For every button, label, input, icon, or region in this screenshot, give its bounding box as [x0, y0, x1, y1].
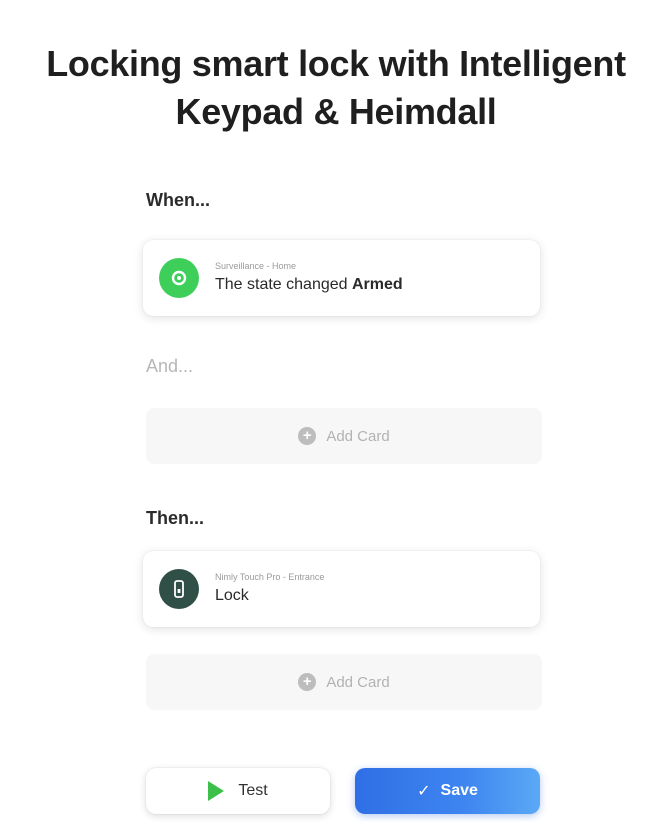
add-condition-card-button[interactable]: + Add Card: [146, 408, 542, 464]
save-button[interactable]: ✓ Save: [355, 768, 540, 814]
trigger-card-condition: The state changed: [215, 276, 348, 293]
page-title: Locking smart lock with Intelligent Keyp…: [0, 40, 672, 136]
test-button-label: Test: [238, 782, 268, 799]
action-card-device: Nimly Touch Pro - Entrance: [215, 572, 325, 582]
add-card-label: Add Card: [326, 427, 390, 445]
trigger-card-device: Surveillance - Home: [215, 261, 297, 271]
door-lock-icon: [159, 569, 199, 609]
and-section-label: And...: [146, 356, 194, 376]
check-icon: ✓: [417, 783, 431, 800]
trigger-card-value: Armed: [352, 276, 403, 293]
add-action-card-button[interactable]: + Add Card: [146, 654, 542, 710]
add-card-label: Add Card: [326, 673, 390, 691]
play-icon: [208, 781, 225, 801]
then-section-label: Then...: [146, 508, 204, 528]
test-button[interactable]: Test: [146, 768, 330, 814]
trigger-card-text: The state changed Armed: [215, 274, 403, 296]
when-section-label: When...: [146, 190, 210, 210]
trigger-card[interactable]: Surveillance - Home The state changed Ar…: [143, 240, 540, 316]
shield-icon: [159, 258, 199, 298]
plus-circle-icon: +: [298, 673, 317, 691]
action-card-text: Lock: [215, 587, 249, 604]
page-title-line-2: Keypad & Heimdall: [175, 91, 497, 132]
page-title-line-1: Locking smart lock with Intelligent: [46, 43, 626, 84]
save-button-label: Save: [440, 782, 478, 799]
action-card[interactable]: Nimly Touch Pro - Entrance Lock: [143, 551, 540, 627]
plus-circle-icon: +: [298, 427, 317, 445]
